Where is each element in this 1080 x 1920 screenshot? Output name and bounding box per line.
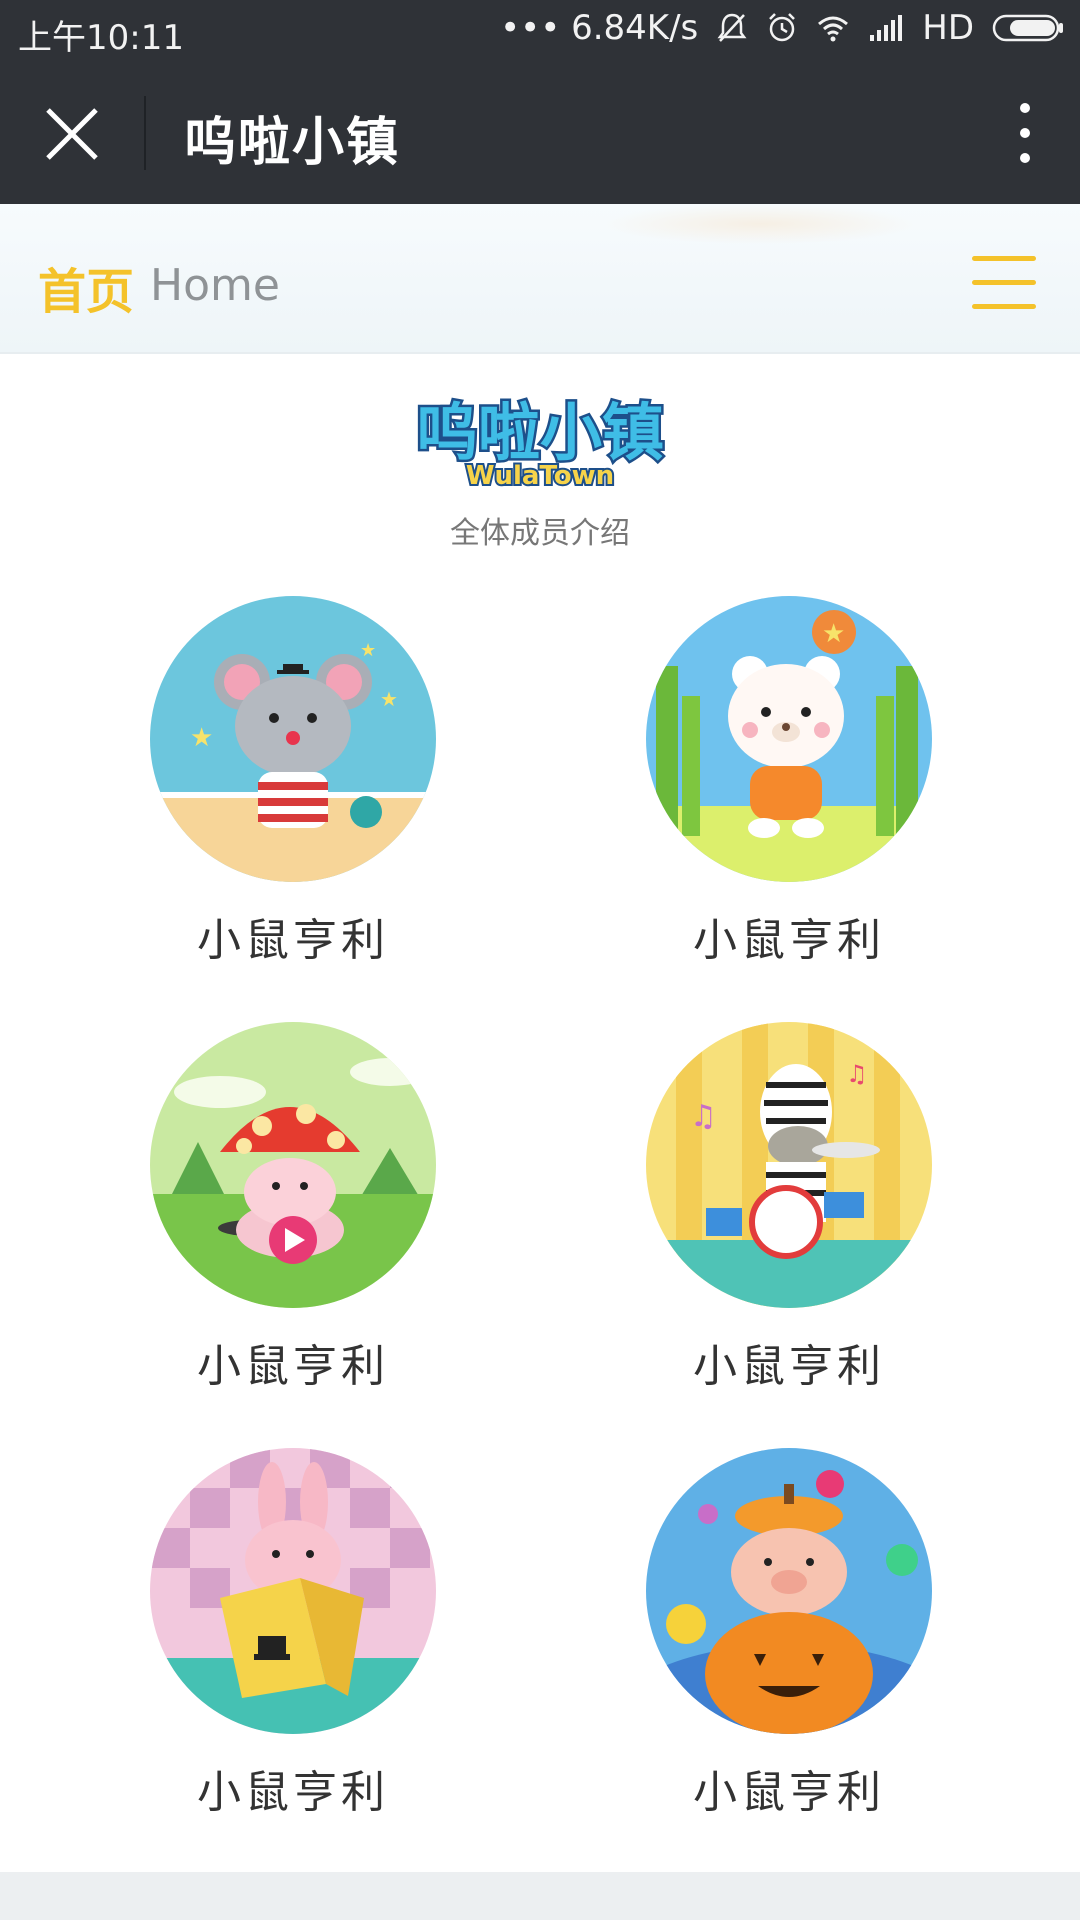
nav-header: 首页 Home xyxy=(0,204,1080,354)
member-card[interactable]: ♫ ♫ 小鼠亨利 xyxy=(644,1022,934,1394)
mouse-character-icon: ★ ★ ★ xyxy=(150,596,436,882)
member-card[interactable]: ★ ★ ★ 小鼠亨利 xyxy=(148,596,438,968)
member-name: 小鼠亨利 xyxy=(197,1767,389,1818)
intro-text: 全体成员介绍 xyxy=(450,516,630,551)
svg-text:★: ★ xyxy=(360,640,376,661)
network-type: HD xyxy=(922,8,974,48)
status-bar: 上午10:11 ••• 6.84K/s HD xyxy=(0,0,1080,62)
bear-character-icon: ★ xyxy=(646,596,932,882)
svg-text:★: ★ xyxy=(380,687,398,711)
close-icon xyxy=(46,108,98,160)
svg-text:♫: ♫ xyxy=(846,1060,868,1088)
footer-divider xyxy=(0,1872,1080,1920)
svg-text:★: ★ xyxy=(190,723,213,753)
nav-title-en: Home xyxy=(150,260,280,311)
svg-text:★: ★ xyxy=(822,619,845,649)
status-icons: ••• 6.84K/s HD xyxy=(500,8,1064,48)
svg-text:♫: ♫ xyxy=(690,1099,717,1134)
member-name: 小鼠亨利 xyxy=(197,915,389,966)
header-decoration xyxy=(600,204,920,244)
more-options-button[interactable] xyxy=(1010,98,1040,168)
net-speed: ••• 6.84K/s xyxy=(500,8,699,48)
member-name: 小鼠亨利 xyxy=(693,1341,885,1392)
page-title: 呜啦小镇 xyxy=(184,113,401,173)
member-card[interactable]: ★ 小鼠亨利 xyxy=(644,596,934,968)
member-card[interactable]: 小鼠亨利 xyxy=(148,1022,438,1394)
bell-muted-icon xyxy=(717,13,747,42)
zebra-drummer-icon: ♫ ♫ xyxy=(646,1022,932,1308)
close-button[interactable] xyxy=(40,102,104,166)
mushroom-character-icon xyxy=(150,1022,436,1308)
alarm-icon xyxy=(769,13,796,42)
title-bar: 呜啦小镇 xyxy=(0,62,1080,204)
status-time: 上午10:11 xyxy=(18,18,184,58)
more-vertical-icon xyxy=(1020,103,1030,163)
member-card[interactable]: 小鼠亨利 xyxy=(644,1448,934,1820)
svg-text:呜啦小镇: 呜啦小镇 xyxy=(416,396,664,469)
member-name: 小鼠亨利 xyxy=(197,1341,389,1392)
battery-icon xyxy=(992,14,1063,42)
member-card[interactable]: 小鼠亨利 xyxy=(148,1448,438,1820)
title-divider xyxy=(144,96,146,170)
member-name: 小鼠亨利 xyxy=(693,1767,885,1818)
signal-icon xyxy=(870,15,903,41)
wifi-icon xyxy=(818,16,849,42)
svg-text:WulaTown: WulaTown xyxy=(466,461,614,491)
rabbit-magic-book-icon xyxy=(150,1448,436,1734)
pig-pumpkin-icon xyxy=(646,1448,932,1734)
nav-title-cn: 首页 xyxy=(38,264,135,320)
member-name: 小鼠亨利 xyxy=(693,915,885,966)
wulatown-logo: 呜啦小镇 WulaTown xyxy=(408,392,672,494)
hamburger-menu-button[interactable] xyxy=(972,256,1036,312)
hamburger-menu-icon xyxy=(972,256,1036,261)
